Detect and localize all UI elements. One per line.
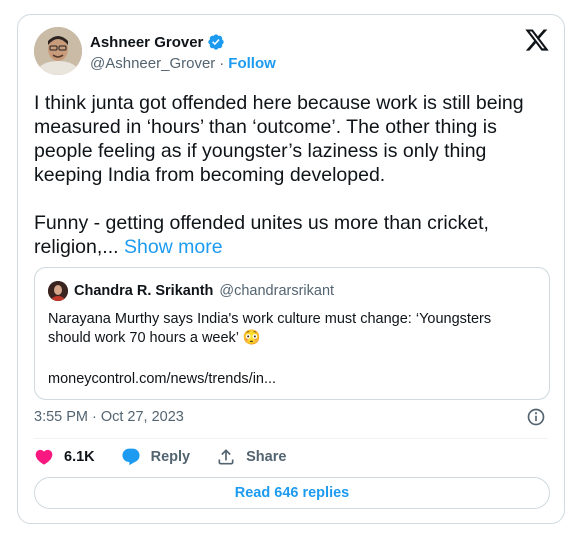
- tweet-date: Oct 27, 2023: [100, 409, 184, 425]
- share-icon: [218, 449, 234, 465]
- quoted-author-name: Chandra R. Srikanth: [74, 283, 214, 299]
- author-handle[interactable]: @Ashneer_Grover: [90, 55, 215, 72]
- divider: [34, 438, 548, 439]
- tweet-paragraph-2-wrap: Funny - getting offended unites us more …: [34, 211, 542, 259]
- reply-label: Reply: [150, 449, 191, 465]
- show-more-link[interactable]: Show more: [124, 236, 223, 258]
- reply-button[interactable]: Reply: [121, 447, 191, 467]
- author-name[interactable]: Ashneer Grover: [90, 34, 203, 51]
- tweet-card: Ashneer Grover @Ashneer_Grover · Follow …: [17, 14, 565, 524]
- handle-separator: ·: [219, 55, 225, 72]
- heart-icon: [35, 449, 53, 465]
- quoted-tweet-link[interactable]: moneycontrol.com/news/trends/in...: [48, 371, 276, 387]
- x-logo-icon[interactable]: [524, 27, 550, 53]
- like-button[interactable]: 6.1K: [34, 447, 95, 467]
- author-avatar[interactable]: [34, 27, 82, 75]
- verified-badge-icon: [207, 33, 225, 51]
- quoted-tweet[interactable]: Chandra R. Srikanth @chandrarsrikant Nar…: [34, 267, 550, 400]
- tweet-paragraph-2: Funny - getting offended unites us more …: [34, 212, 489, 258]
- follow-button[interactable]: Follow: [228, 55, 276, 72]
- quoted-author-avatar: [48, 281, 68, 301]
- action-bar: 6.1K Reply Share: [34, 447, 286, 467]
- quoted-tweet-text: Narayana Murthy says India's work cultur…: [48, 311, 492, 346]
- share-button[interactable]: Share: [216, 447, 286, 467]
- tweet-text: I think junta got offended here because …: [34, 91, 542, 259]
- info-icon[interactable]: [526, 407, 546, 427]
- tweet-paragraph-1: I think junta got offended here because …: [34, 92, 524, 186]
- timestamp-separator: ·: [92, 409, 97, 425]
- author-block: Ashneer Grover @Ashneer_Grover · Follow: [90, 31, 276, 73]
- like-count: 6.1K: [64, 449, 95, 465]
- quoted-author-handle: @chandrarsrikant: [219, 283, 335, 299]
- tweet-time: 3:55 PM: [34, 409, 88, 425]
- share-label: Share: [246, 449, 287, 465]
- reply-bubble-icon: [122, 448, 140, 466]
- read-replies-button[interactable]: Read 646 replies: [34, 477, 550, 509]
- tweet-timestamp[interactable]: 3:55 PM · Oct 27, 2023: [34, 409, 184, 425]
